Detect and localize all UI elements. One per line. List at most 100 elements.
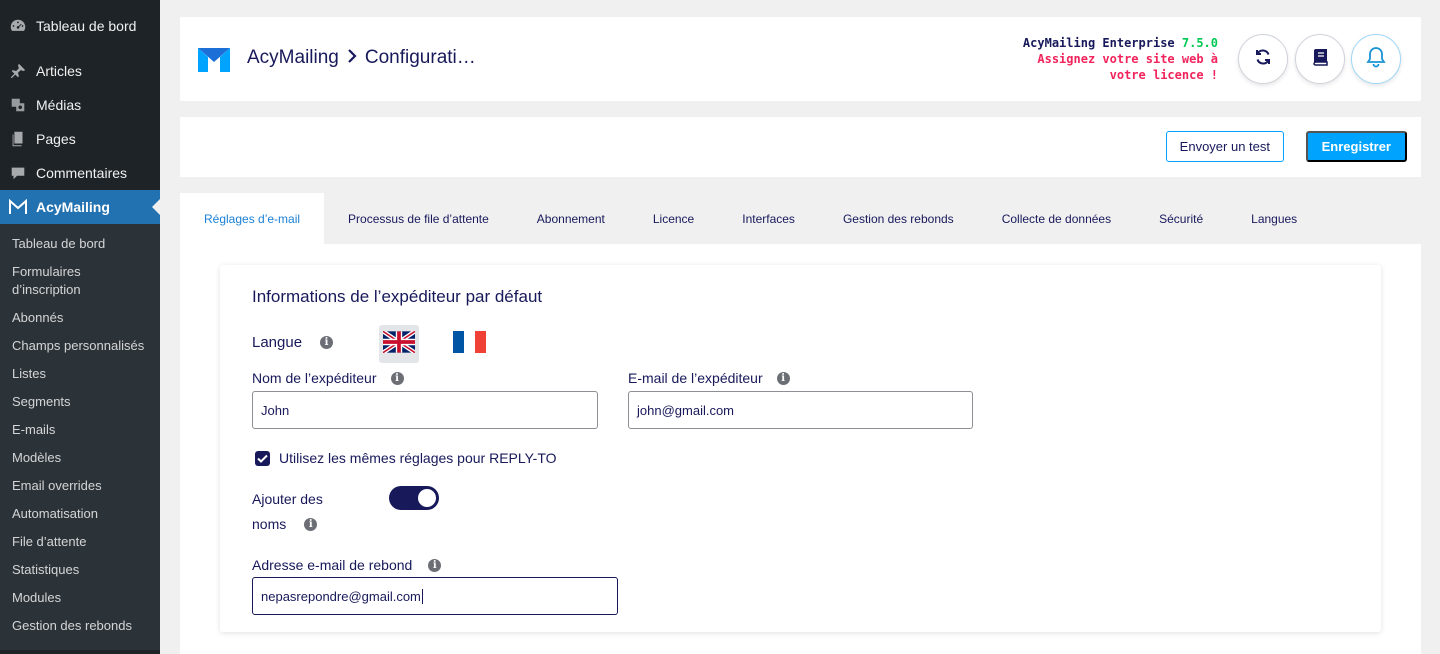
sidebar-item-label: Médias [36, 97, 82, 113]
add-names-label-line1: Ajouter des [252, 491, 323, 507]
edition-label: AcyMailing Enterprise [1022, 36, 1175, 50]
sender-name-label: Nom de l’expéditeur [252, 370, 377, 386]
reply-to-label-row: Utilisez les mêmes réglages pour REPLY-T… [279, 450, 557, 466]
submenu-item-templates[interactable]: Modèles [0, 444, 160, 472]
bounce-label-row: Adresse e-mail de rebond i [252, 557, 442, 573]
reply-to-label[interactable]: Utilisez les mêmes réglages pour REPLY-T… [279, 450, 557, 466]
add-names-label-2: noms [252, 516, 287, 532]
refresh-icon [1253, 47, 1273, 72]
acymailing-submenu: Tableau de bord Formulaires d’inscriptio… [0, 224, 160, 650]
comments-icon [8, 163, 28, 183]
save-button[interactable]: Enregistrer [1305, 131, 1407, 162]
tab-bar: Réglages d’e-mail Processus de file d’at… [180, 193, 1421, 244]
dashboard-icon [8, 16, 28, 36]
submenu-item-subscribers[interactable]: Abonnés [0, 304, 160, 332]
bell-icon [1366, 46, 1386, 73]
sender-email-value: john@gmail.com [637, 402, 735, 418]
info-icon[interactable]: i [776, 371, 790, 385]
sender-email-label-row: E-mail de l’expéditeur i [628, 370, 790, 386]
configuration-tabs: Réglages d’e-mail Processus de file d’at… [180, 193, 1421, 654]
info-icon[interactable]: i [320, 336, 334, 349]
bounce-email-input[interactable]: nepasrepondre@gmail.com [252, 577, 618, 615]
language-en-button[interactable] [379, 325, 419, 363]
sidebar-item-comments[interactable]: Commentaires [0, 156, 160, 190]
checkmark-icon [257, 450, 268, 468]
book-icon [1310, 47, 1330, 72]
actions-bar: Envoyer un test Enregistrer [180, 117, 1421, 177]
tab-subscription[interactable]: Abonnement [513, 193, 629, 244]
submenu-item-modules[interactable]: Modules [0, 584, 160, 612]
language-label-row: Langue i [252, 334, 334, 351]
sidebar-item-medias[interactable]: Médias [0, 88, 160, 122]
sidebar-item-label: Articles [36, 63, 82, 79]
info-icon[interactable]: i [390, 371, 404, 385]
submenu-item-forms[interactable]: Formulaires d’inscription [0, 258, 160, 304]
pages-icon [8, 129, 28, 149]
sender-info-panel: Informations de l’expéditeur par défaut … [220, 265, 1381, 632]
tab-data-collection[interactable]: Collecte de données [978, 193, 1135, 244]
documentation-button[interactable] [1295, 34, 1345, 84]
france-flag-icon [452, 330, 486, 358]
tab-queue-process[interactable]: Processus de file d’attente [324, 193, 513, 244]
version-info: AcyMailing Enterprise 7.5.0 Assignez vot… [1018, 35, 1218, 83]
submenu-item-segments[interactable]: Segments [0, 388, 160, 416]
sidebar-item-acymailing[interactable]: AcyMailing [0, 190, 160, 224]
pin-icon [8, 61, 28, 81]
sidebar-item-label: Pages [36, 131, 76, 147]
language-fr-button[interactable] [449, 325, 489, 363]
add-names-label: Ajouter des [252, 491, 323, 507]
submenu-item-dashboard[interactable]: Tableau de bord [0, 230, 160, 258]
breadcrumb-page: Configurati… [364, 47, 476, 68]
toggle-knob [418, 489, 436, 507]
submenu-item-email-overrides[interactable]: Email overrides [0, 472, 160, 500]
bounce-email-value: nepasrepondre@gmail.com [261, 588, 421, 604]
submenu-item-lists[interactable]: Listes [0, 360, 160, 388]
tab-languages[interactable]: Langues [1227, 193, 1321, 244]
sidebar-item-label: Commentaires [36, 165, 128, 181]
license-warning[interactable]: Assignez votre site web à votre licence … [1018, 51, 1218, 83]
submenu-item-queue[interactable]: File d’attente [0, 528, 160, 556]
version-number: 7.5.0 [1181, 36, 1218, 50]
info-icon[interactable]: i [428, 558, 442, 572]
notifications-button[interactable] [1351, 34, 1401, 84]
sidebar-item-label: AcyMailing [36, 199, 110, 215]
info-icon[interactable]: i [304, 517, 318, 531]
tab-bounce-handling[interactable]: Gestion des rebonds [819, 193, 978, 244]
sender-name-input[interactable]: John [252, 391, 598, 429]
sidebar-item-dashboard[interactable]: Tableau de bord [0, 9, 160, 43]
sender-email-label: E-mail de l’expéditeur [628, 370, 763, 386]
add-names-label-line2: noms i [252, 516, 318, 532]
refresh-button[interactable] [1238, 34, 1288, 84]
admin-sidebar: Tableau de bord Articles Médias Pages Co… [0, 0, 160, 654]
acymailing-logo-icon [196, 42, 232, 78]
submenu-item-custom-fields[interactable]: Champs personnalisés [0, 332, 160, 360]
sender-name-label-row: Nom de l’expéditeur i [252, 370, 404, 386]
media-icon [8, 95, 28, 115]
acymailing-icon [8, 197, 28, 217]
text-caret [421, 588, 423, 604]
bounce-label: Adresse e-mail de rebond [252, 557, 413, 573]
submenu-item-automation[interactable]: Automatisation [0, 500, 160, 528]
breadcrumb-app[interactable]: AcyMailing [247, 47, 339, 69]
sender-email-input[interactable]: john@gmail.com [628, 391, 973, 429]
breadcrumb: AcyMailing Configurati… [247, 47, 476, 69]
tab-interfaces[interactable]: Interfaces [718, 193, 819, 244]
submenu-item-emails[interactable]: E-mails [0, 416, 160, 444]
page-header: AcyMailing Configurati… AcyMailing Enter… [180, 17, 1421, 101]
tab-license[interactable]: Licence [629, 193, 718, 244]
submenu-item-statistics[interactable]: Statistiques [0, 556, 160, 584]
sender-name-value: John [261, 402, 290, 418]
sidebar-item-pages[interactable]: Pages [0, 122, 160, 156]
submenu-item-bounce[interactable]: Gestion des rebonds [0, 612, 160, 640]
chevron-right-icon [347, 47, 357, 69]
tab-security[interactable]: Sécurité [1135, 193, 1227, 244]
reply-to-checkbox[interactable] [255, 451, 270, 466]
panel-title: Informations de l’expéditeur par défaut [252, 287, 543, 306]
add-names-toggle[interactable] [389, 486, 439, 510]
sidebar-item-label: Tableau de bord [36, 18, 137, 34]
language-label: Langue [252, 334, 303, 351]
tab-email-settings[interactable]: Réglages d’e-mail [180, 193, 325, 244]
uk-flag-icon [381, 329, 417, 358]
send-test-button[interactable]: Envoyer un test [1165, 131, 1284, 162]
sidebar-item-articles[interactable]: Articles [0, 54, 160, 88]
